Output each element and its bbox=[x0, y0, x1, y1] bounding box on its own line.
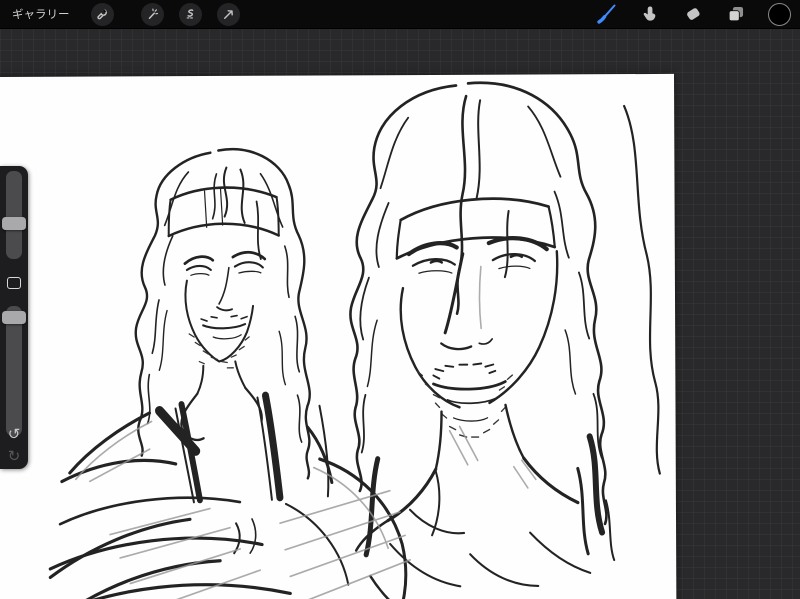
modify-button[interactable] bbox=[7, 276, 21, 289]
brush-opacity-slider-handle[interactable] bbox=[2, 311, 26, 325]
undo-button[interactable]: ↺ bbox=[0, 424, 28, 444]
sketch-artwork bbox=[44, 81, 661, 599]
transform-button[interactable] bbox=[216, 2, 240, 26]
brush-sidebar: ↺ ↻ bbox=[0, 166, 28, 469]
layers-icon bbox=[728, 6, 744, 22]
workspace: ↺ ↻ bbox=[0, 28, 800, 599]
brush-size-slider[interactable] bbox=[2, 171, 26, 259]
toolbar-right-group bbox=[594, 1, 800, 27]
smudge-finger-icon bbox=[643, 6, 656, 21]
top-toolbar: ギャラリー bbox=[0, 0, 800, 29]
paintbrush-icon bbox=[597, 4, 616, 24]
paint-tool-button[interactable] bbox=[594, 1, 620, 27]
actions-button[interactable] bbox=[90, 2, 114, 26]
gallery-button[interactable]: ギャラリー bbox=[12, 0, 70, 28]
erase-tool-button[interactable] bbox=[680, 1, 706, 27]
wrench-icon bbox=[96, 8, 107, 19]
color-swatch-button[interactable] bbox=[766, 1, 792, 27]
square-icon bbox=[7, 276, 21, 289]
selection-s-icon bbox=[186, 8, 194, 19]
color-circle-icon bbox=[767, 2, 791, 26]
drawing-canvas[interactable] bbox=[0, 73, 677, 599]
redo-button[interactable]: ↻ bbox=[0, 446, 28, 466]
brush-size-slider-handle[interactable] bbox=[2, 216, 26, 230]
smudge-tool-button[interactable] bbox=[637, 1, 663, 27]
brush-opacity-slider[interactable] bbox=[2, 306, 26, 436]
magic-wand-icon bbox=[148, 8, 158, 19]
eraser-icon bbox=[687, 8, 700, 20]
move-arrow-icon bbox=[223, 9, 233, 19]
layers-button[interactable] bbox=[723, 1, 749, 27]
adjustments-button[interactable] bbox=[140, 2, 164, 26]
selection-button[interactable] bbox=[178, 2, 202, 26]
toolbar-left-group: ギャラリー bbox=[0, 0, 240, 28]
procreate-app: ギャラリー ↺ ↻ bbox=[0, 0, 800, 599]
